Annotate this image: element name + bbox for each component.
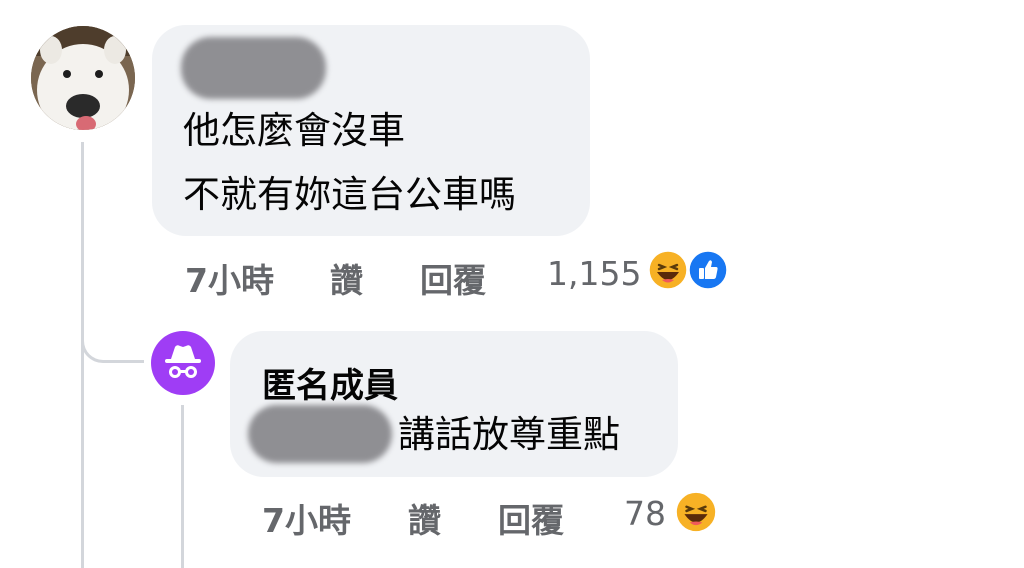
reply-text: 講話放尊重點: [398, 413, 620, 456]
haha-icon[interactable]: [675, 491, 717, 533]
incognito-icon: [165, 345, 201, 378]
reply-like-button[interactable]: 讚: [408, 494, 441, 542]
anonymous-member-avatar[interactable]: [151, 331, 215, 395]
comment-timestamp[interactable]: 7小時: [185, 254, 274, 302]
reply-reply-button[interactable]: 回覆: [498, 494, 564, 542]
dog-avatar-image: [31, 26, 135, 130]
comment-reaction-count[interactable]: 1,155: [547, 254, 641, 293]
redacted-author-name: [181, 37, 326, 99]
comment-text-line-2: 不就有妳這台公車嗎: [183, 173, 516, 216]
comment-like-button[interactable]: 讚: [330, 254, 363, 302]
like-icon[interactable]: [688, 250, 728, 290]
commenter-avatar[interactable]: [31, 26, 135, 130]
reply-timestamp[interactable]: 7小時: [262, 494, 351, 542]
reply-author-name[interactable]: 匿名成員: [262, 358, 398, 407]
comment-reply-button[interactable]: 回覆: [420, 254, 486, 302]
redacted-mention: [248, 405, 392, 463]
comment-text-line-1: 他怎麼會沒車: [183, 109, 405, 152]
reply-reaction-count[interactable]: 78: [624, 494, 666, 533]
thread-line-main: [81, 142, 84, 568]
thread-line-reply: [181, 405, 184, 568]
haha-icon[interactable]: [648, 250, 688, 290]
thread-connector-curve: [81, 330, 144, 363]
